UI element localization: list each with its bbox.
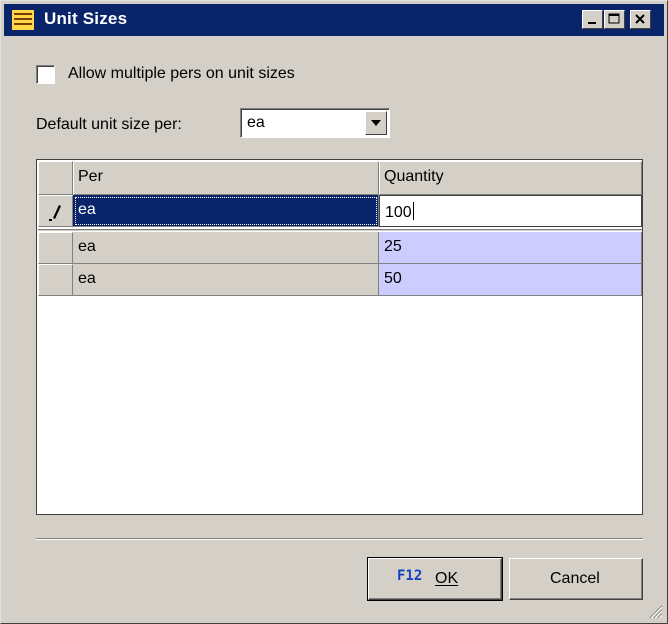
default-unit-size-value: ea — [247, 114, 265, 131]
per-cell[interactable]: ea — [73, 195, 379, 227]
close-icon — [635, 14, 645, 24]
row-selector-header[interactable] — [38, 161, 73, 195]
f12-shortcut-badge: F12 — [397, 568, 423, 584]
dropdown-button[interactable] — [365, 111, 387, 135]
cancel-label: Cancel — [550, 570, 600, 587]
quantity-column-header[interactable]: Quantity — [379, 161, 642, 195]
per-cell[interactable]: ea — [73, 264, 379, 296]
text-cursor — [412, 202, 414, 220]
edit-row[interactable]: ea 100 — [38, 195, 642, 227]
window-title: Unit Sizes — [44, 9, 128, 28]
chevron-down-icon — [371, 120, 381, 126]
table-row[interactable]: ea 50 — [38, 264, 642, 296]
table-row[interactable]: ea 25 — [38, 232, 642, 264]
maximize-button[interactable] — [604, 10, 625, 29]
per-cell[interactable]: ea — [73, 232, 379, 264]
close-button[interactable] — [630, 10, 651, 29]
ok-label: OK — [435, 570, 459, 587]
title-bar[interactable]: Unit Sizes — [4, 4, 664, 36]
allow-multiple-label: Allow multiple pers on unit sizes — [68, 65, 295, 82]
divider — [36, 538, 643, 540]
grid-header: Per Quantity — [38, 161, 642, 195]
list-icon — [12, 10, 34, 30]
per-column-header[interactable]: Per — [73, 161, 379, 195]
pencil-icon — [49, 205, 61, 221]
maximize-icon — [608, 13, 620, 24]
quantity-input[interactable]: 100 — [379, 195, 642, 227]
resize-grip-icon[interactable] — [647, 603, 663, 619]
minimize-button[interactable] — [582, 10, 603, 29]
minimize-icon — [588, 22, 596, 24]
quantity-value: 100 — [385, 204, 412, 221]
default-unit-size-combo[interactable]: ea — [240, 108, 390, 138]
quantity-cell[interactable]: 50 — [379, 264, 642, 296]
row-selector[interactable] — [38, 264, 73, 296]
unit-sizes-window: Unit Sizes Allow multiple pers on unit s… — [0, 0, 668, 624]
ok-button[interactable]: F12 OK — [367, 557, 503, 601]
row-selector[interactable] — [38, 195, 73, 227]
default-unit-size-label: Default unit size per: — [36, 116, 182, 133]
row-selector[interactable] — [38, 232, 73, 264]
quantity-cell[interactable]: 25 — [379, 232, 642, 264]
cancel-button[interactable]: Cancel — [509, 558, 643, 600]
unit-sizes-grid: Per Quantity ea 100 ea 25 ea 50 — [36, 159, 643, 515]
allow-multiple-checkbox[interactable] — [36, 65, 55, 84]
